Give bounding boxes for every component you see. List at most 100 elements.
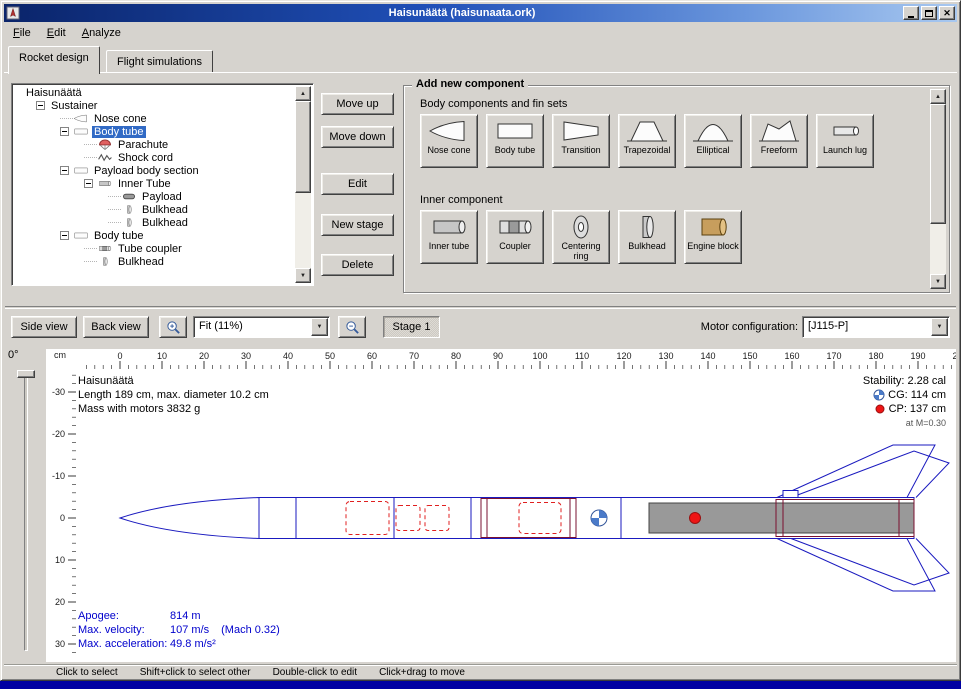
tree-collapse-icon[interactable] xyxy=(60,231,69,240)
maximize-icon xyxy=(925,10,933,17)
add-nose-cone-button[interactable]: Nose cone xyxy=(420,114,478,168)
tree-item-body-tube[interactable]: Body tube xyxy=(14,229,295,242)
scrollbar-thumb[interactable] xyxy=(930,104,946,224)
stability-info: Stability: 2.28 cal CG: 114 cm CP: 137 c… xyxy=(863,374,946,430)
launch-lug-shape[interactable] xyxy=(783,491,798,498)
status-hint: Click to select xyxy=(56,667,118,678)
add-trapezoidal-button[interactable]: Trapezoidal xyxy=(618,114,676,168)
tree-collapse-icon[interactable] xyxy=(60,166,69,175)
tree-item-bulkhead[interactable]: Bulkhead xyxy=(14,203,295,216)
tree-item-sustainer[interactable]: Sustainer xyxy=(14,99,295,112)
new-stage-button[interactable]: New stage xyxy=(321,214,394,236)
tree-item-parachute[interactable]: Parachute xyxy=(14,138,295,151)
side-view-button[interactable]: Side view xyxy=(11,316,77,338)
tree-item-bulkhead[interactable]: Bulkhead xyxy=(14,255,295,268)
svg-text:50: 50 xyxy=(325,351,335,361)
component-row-1: Inner tube CouplerCentering ringBulkheadE… xyxy=(420,210,742,264)
rotation-slider-handle[interactable] xyxy=(17,370,35,378)
add-bulkhead-button[interactable]: Bulkhead xyxy=(618,210,676,264)
scroll-down-button[interactable]: ▼ xyxy=(295,268,311,283)
zoom-in-icon xyxy=(166,320,181,335)
body-tube-icon xyxy=(73,165,89,176)
tree-item-payload[interactable]: Payload xyxy=(14,190,295,203)
scroll-down-button[interactable]: ▼ xyxy=(930,274,946,289)
tree-line xyxy=(84,144,97,145)
zoom-out-button[interactable] xyxy=(338,316,366,338)
tree-item-body-tube[interactable]: Body tube xyxy=(14,125,295,138)
flight-stats: Apogee:814 mMax. velocity:107 m/s(Mach 0… xyxy=(78,609,280,651)
cp-icon xyxy=(874,403,886,415)
component-button-label: Elliptical xyxy=(696,145,729,155)
move-down-button[interactable]: Move down xyxy=(321,126,394,148)
view-toolbar: Side view Back view Fit (11%) ▼ Stage 1 … xyxy=(1,316,960,340)
body-tube-icon xyxy=(73,126,89,137)
add-body-tube-button[interactable]: Body tube xyxy=(486,114,544,168)
menu-analyze[interactable]: Analyze xyxy=(74,24,129,42)
status-bar: Click to selectShift+click to select oth… xyxy=(4,664,957,680)
tree-item-bulkhead[interactable]: Bulkhead xyxy=(14,216,295,229)
component-tree: HaisunäätäSustainerNose coneBody tubePar… xyxy=(14,86,295,283)
tab-flight-simulations[interactable]: Flight simulations xyxy=(106,50,213,73)
split-divider[interactable] xyxy=(5,306,956,309)
close-button[interactable]: ✕ xyxy=(939,6,955,20)
tree-collapse-icon[interactable] xyxy=(36,101,45,110)
component-button-label: Inner tube xyxy=(429,241,470,251)
back-view-button[interactable]: Back view xyxy=(83,316,149,338)
scroll-up-button[interactable]: ▲ xyxy=(930,89,946,104)
tree-collapse-icon[interactable] xyxy=(60,127,69,136)
add-launch-lug-button[interactable]: Launch lug xyxy=(816,114,874,168)
minimize-button[interactable] xyxy=(903,6,919,20)
svg-text:0: 0 xyxy=(60,513,65,523)
menu-edit[interactable]: Edit xyxy=(39,24,74,42)
delete-button[interactable]: Delete xyxy=(321,254,394,276)
tree-item-haisun-t[interactable]: Haisunäätä xyxy=(14,86,295,99)
tree-collapse-icon[interactable] xyxy=(84,179,93,188)
cp-line: CP: 137 cm xyxy=(863,402,946,416)
move-up-button[interactable]: Move up xyxy=(321,93,394,115)
tree-item-label: Parachute xyxy=(116,139,170,151)
add-elliptical-button[interactable]: Elliptical xyxy=(684,114,742,168)
tree-item-label: Inner Tube xyxy=(116,178,173,190)
flight-stat-label: Apogee: xyxy=(78,609,170,623)
arrow-up-icon: ▲ xyxy=(300,91,306,97)
add-transition-button[interactable]: Transition xyxy=(552,114,610,168)
nose-cone-icon xyxy=(427,117,471,145)
svg-text:120: 120 xyxy=(616,351,631,361)
edit-button[interactable]: Edit xyxy=(321,173,394,195)
dropdown-arrow-icon[interactable]: ▼ xyxy=(311,318,328,336)
body-tube-icon xyxy=(493,117,537,145)
rocket-canvas[interactable]: 0102030405060708090100110120130140150160… xyxy=(46,349,956,662)
zoom-select[interactable]: Fit (11%) ▼ xyxy=(193,316,330,338)
close-icon: ✕ xyxy=(943,9,951,18)
motor-configuration-select[interactable]: [J115-P] ▼ xyxy=(802,316,950,338)
tree-item-shock-cord[interactable]: Shock cord xyxy=(14,151,295,164)
tree-item-payload-body-section[interactable]: Payload body section xyxy=(14,164,295,177)
scroll-up-button[interactable]: ▲ xyxy=(295,86,311,101)
tab-rocket-design[interactable]: Rocket design xyxy=(8,46,100,74)
add-inner-tube-button[interactable]: Inner tube xyxy=(420,210,478,264)
status-hint: Click+drag to move xyxy=(379,667,465,678)
svg-text:190: 190 xyxy=(910,351,925,361)
tree-scrollbar[interactable]: ▲ ▼ xyxy=(295,86,311,283)
add-centering-ring-button[interactable]: Centering ring xyxy=(552,210,610,264)
motor-shape[interactable] xyxy=(649,503,914,533)
stability-label: Stability: xyxy=(863,374,905,388)
title-bar[interactable]: Haisunäätä (haisunaata.ork) ✕ xyxy=(4,4,957,22)
scrollbar-thumb[interactable] xyxy=(295,101,311,193)
tree-item-inner-tube[interactable]: Inner Tube xyxy=(14,177,295,190)
tree-item-nose-cone[interactable]: Nose cone xyxy=(14,112,295,125)
maximize-button[interactable] xyxy=(921,6,937,20)
dropdown-arrow-icon[interactable]: ▼ xyxy=(931,318,948,336)
mach-note: at M=0.30 xyxy=(863,416,946,430)
menu-file[interactable]: File xyxy=(5,24,39,42)
svg-text:160: 160 xyxy=(784,351,799,361)
add-engine-block-button[interactable]: Engine block xyxy=(684,210,742,264)
tree-item-tube-coupler[interactable]: Tube coupler xyxy=(14,242,295,255)
stage-1-toggle[interactable]: Stage 1 xyxy=(383,316,440,338)
add-coupler-button[interactable]: Coupler xyxy=(486,210,544,264)
zoom-in-button[interactable] xyxy=(159,316,187,338)
component-scrollbar[interactable]: ▲ ▼ xyxy=(930,89,946,289)
elliptical-fin-icon xyxy=(691,117,735,145)
rotation-slider[interactable] xyxy=(24,373,28,651)
add-freeform-button[interactable]: Freeform xyxy=(750,114,808,168)
